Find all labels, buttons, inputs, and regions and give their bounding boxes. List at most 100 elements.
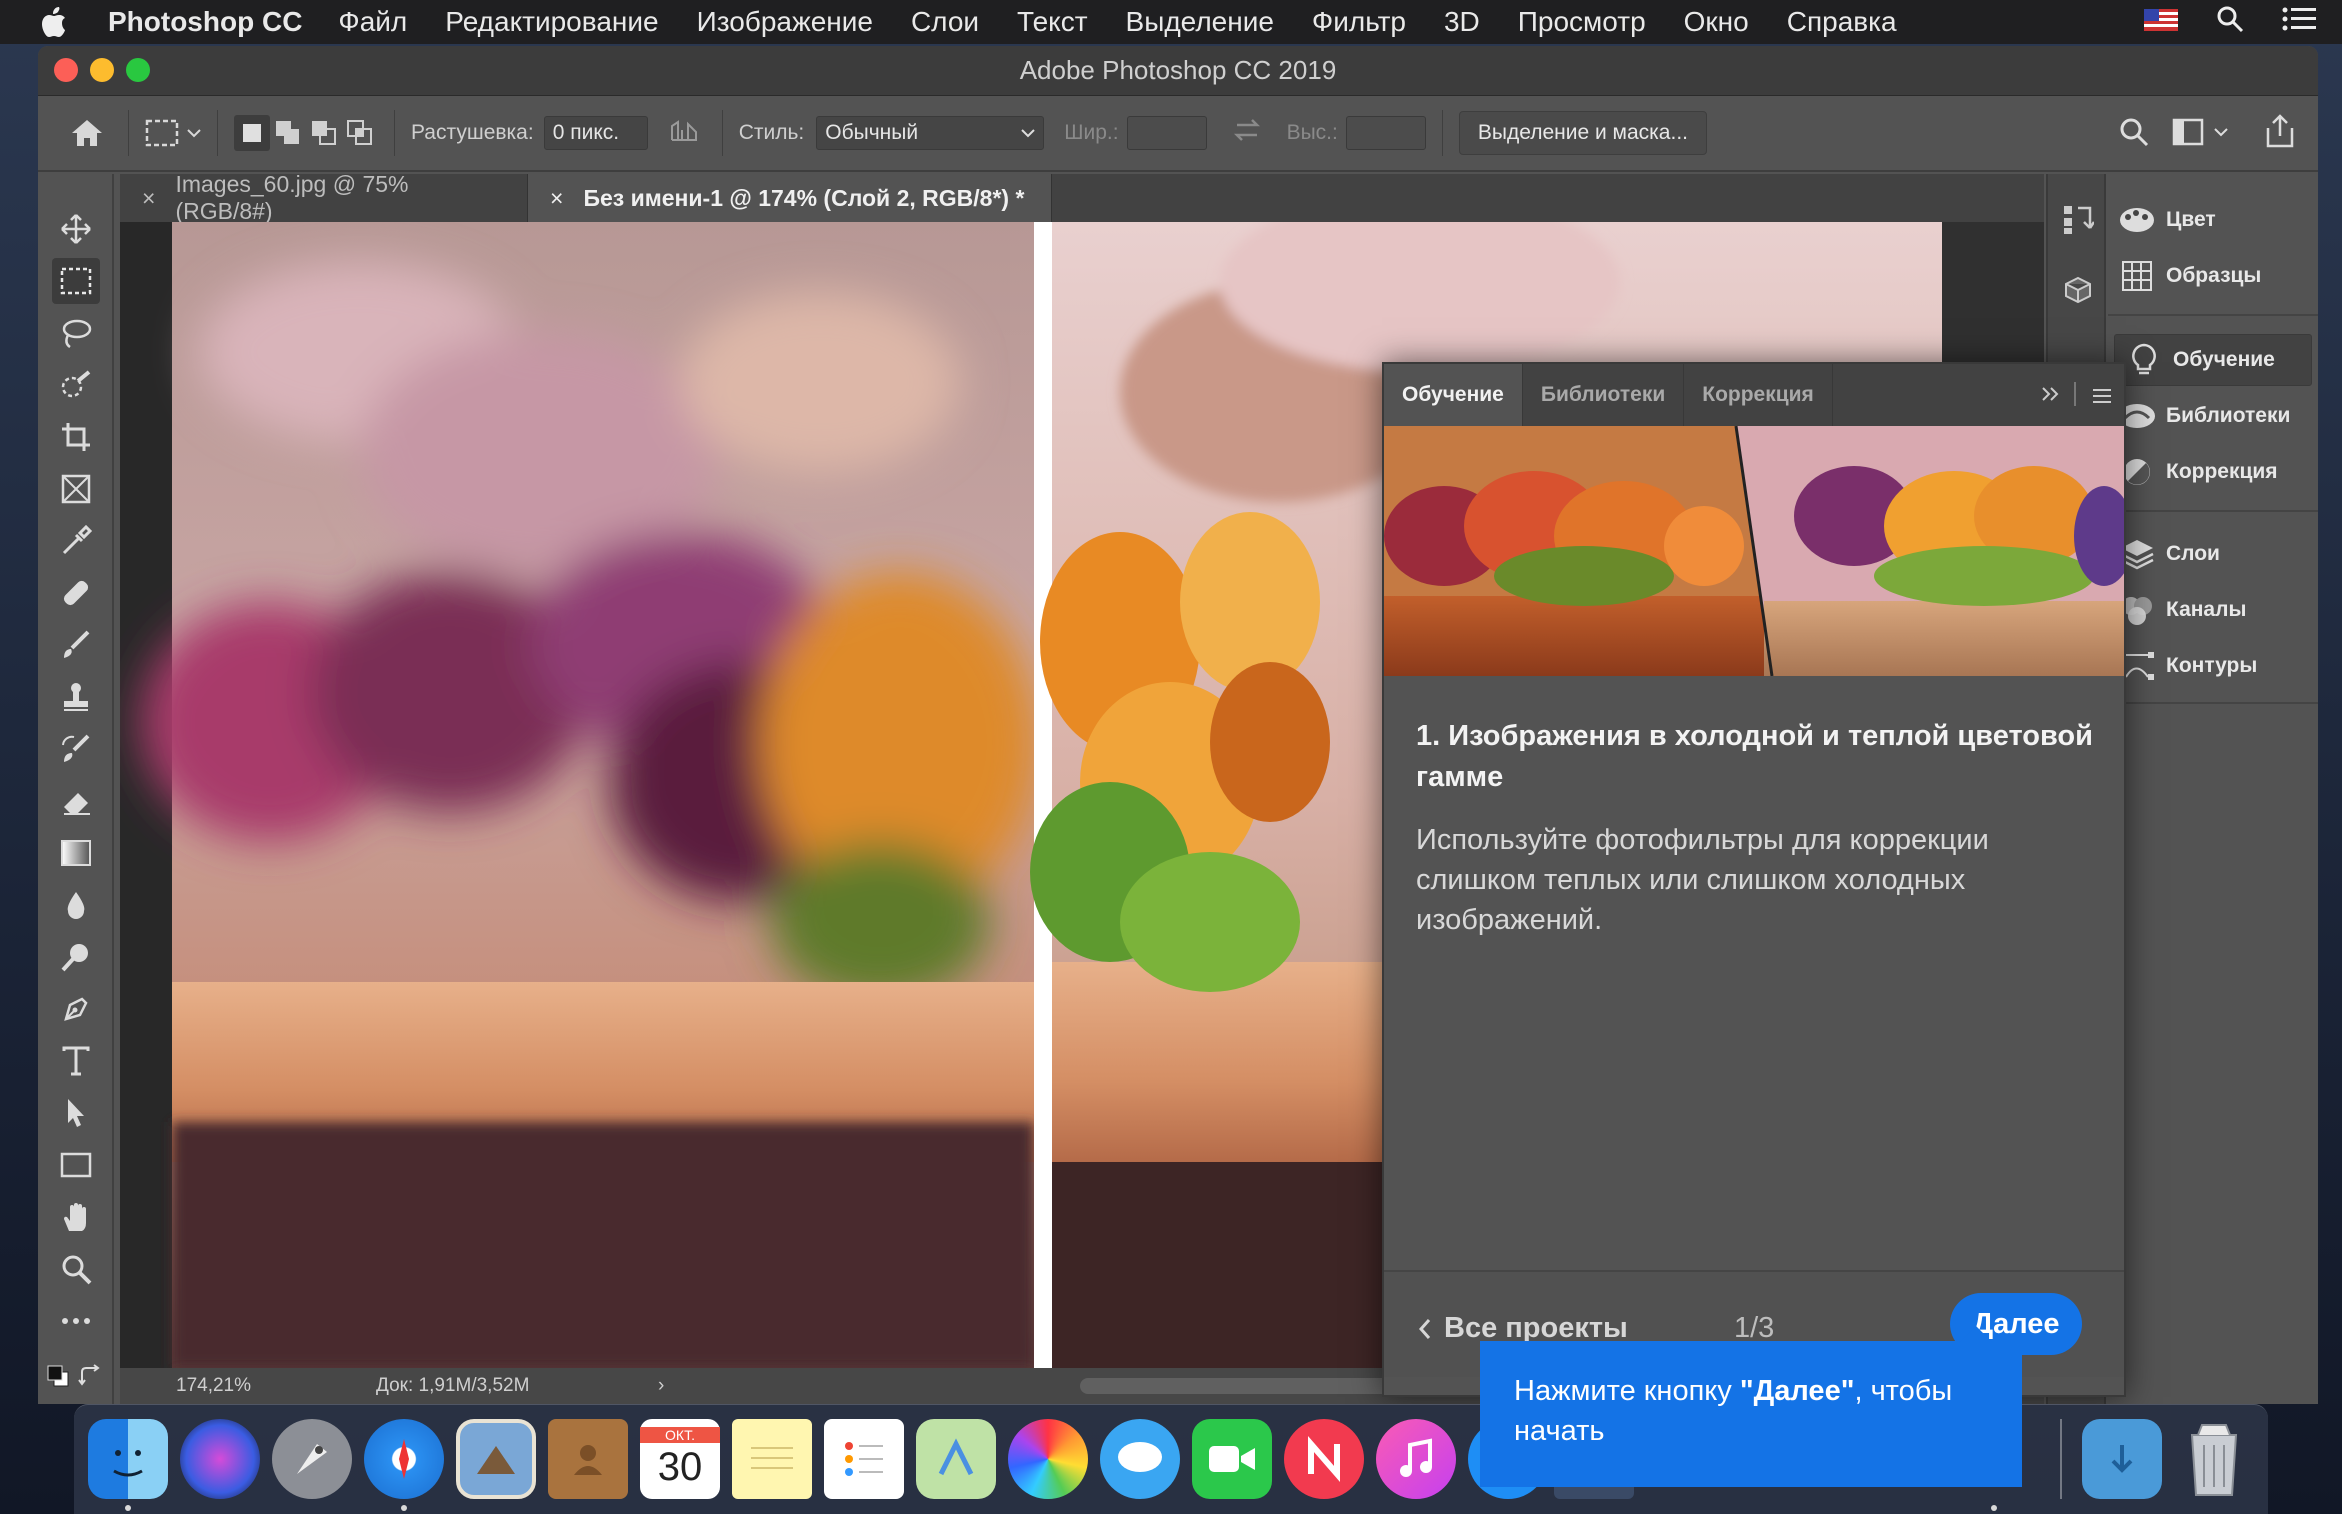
pen-tool-icon[interactable]: [52, 986, 100, 1032]
finder-icon[interactable]: [88, 1419, 168, 1499]
menu-window[interactable]: Окно: [1684, 6, 1749, 38]
facetime-icon[interactable]: [1192, 1419, 1272, 1499]
frame-tool-icon[interactable]: [52, 466, 100, 512]
panel-adjustments[interactable]: Коррекция: [2108, 446, 2318, 498]
tab-adjustments[interactable]: Коррекция: [1684, 364, 1833, 426]
more-tools-icon[interactable]: [52, 1298, 100, 1344]
tab-close-icon[interactable]: ×: [550, 185, 563, 212]
swap-colors-icon[interactable]: [78, 1364, 102, 1393]
launchpad-icon[interactable]: [272, 1419, 352, 1499]
new-selection-icon[interactable]: [234, 115, 270, 151]
rectangular-marquee-tool-icon[interactable]: [52, 258, 100, 304]
menu-text[interactable]: Текст: [1017, 6, 1088, 38]
menu-filter[interactable]: Фильтр: [1312, 6, 1406, 38]
panel-color[interactable]: Цвет: [2108, 194, 2318, 246]
calendar-icon[interactable]: ОКТ. 30: [640, 1419, 720, 1499]
safari-icon[interactable]: [364, 1419, 444, 1499]
downloads-folder-icon[interactable]: [2082, 1419, 2162, 1499]
photos-icon[interactable]: [1008, 1419, 1088, 1499]
search-icon[interactable]: [2118, 116, 2150, 154]
chevron-left-icon: [1418, 1318, 1431, 1339]
blur-tool-icon[interactable]: [52, 882, 100, 928]
menu-image[interactable]: Изображение: [697, 6, 873, 38]
us-flag-icon[interactable]: [2144, 6, 2178, 38]
panel-swatches[interactable]: Образцы: [2108, 250, 2318, 302]
spotlight-search-icon[interactable]: [2216, 5, 2244, 40]
style-select[interactable]: Обычный: [816, 116, 1045, 150]
menu-layers[interactable]: Слои: [911, 6, 979, 38]
reminders-icon[interactable]: [824, 1419, 904, 1499]
eyedropper-tool-icon[interactable]: [52, 518, 100, 564]
mail-icon[interactable]: [456, 1419, 536, 1499]
color-icon: [2108, 205, 2166, 235]
swap-icon[interactable]: [1233, 118, 1261, 148]
apple-icon[interactable]: [26, 0, 82, 44]
crop-tool-icon[interactable]: [52, 414, 100, 460]
panel-menu-icon[interactable]: [2092, 386, 2112, 410]
status-arrow-icon[interactable]: ›: [658, 1375, 664, 1397]
tab-learn[interactable]: Обучение: [1384, 364, 1523, 426]
tab-libraries[interactable]: Библиотеки: [1523, 364, 1685, 426]
menu-view[interactable]: Просмотр: [1518, 6, 1646, 38]
panel-learn[interactable]: Обучение: [2114, 334, 2312, 386]
feather-input[interactable]: 0 пикс.: [543, 116, 648, 150]
zoom-window-button[interactable]: [126, 58, 150, 82]
maps-icon[interactable]: [916, 1419, 996, 1499]
quick-selection-tool-icon[interactable]: [52, 362, 100, 408]
home-icon[interactable]: [62, 118, 112, 148]
clone-stamp-tool-icon[interactable]: [52, 674, 100, 720]
3d-panel-icon[interactable]: [2062, 274, 2094, 309]
path-selection-tool-icon[interactable]: [52, 1090, 100, 1136]
panel-layers[interactable]: Слои: [2108, 528, 2318, 580]
zoom-tool-icon[interactable]: [52, 1246, 100, 1292]
menu-file[interactable]: Файл: [338, 6, 407, 38]
music-icon[interactable]: [1376, 1419, 1456, 1499]
panel-libraries[interactable]: Библиотеки: [2108, 390, 2318, 442]
close-window-button[interactable]: [54, 58, 78, 82]
messages-icon[interactable]: [1100, 1419, 1180, 1499]
document-tab-active[interactable]: × Без имени-1 @ 174% (Слой 2, RGB/8*) *: [528, 174, 1052, 222]
history-brush-tool-icon[interactable]: [52, 726, 100, 772]
hand-tool-icon[interactable]: [52, 1194, 100, 1240]
panel-channels[interactable]: Каналы: [2108, 584, 2318, 636]
news-icon[interactable]: [1284, 1419, 1364, 1499]
eraser-tool-icon[interactable]: [52, 778, 100, 824]
subtract-from-selection-icon[interactable]: [306, 115, 342, 151]
contacts-icon[interactable]: [548, 1419, 628, 1499]
intersect-selection-icon[interactable]: [342, 115, 378, 151]
tab-close-icon[interactable]: ×: [142, 185, 155, 212]
gradient-tool-icon[interactable]: [52, 830, 100, 876]
add-to-selection-icon[interactable]: [270, 115, 306, 151]
learn-panel-tabs: Обучение Библиотеки Коррекция: [1384, 364, 2124, 426]
select-and-mask-button[interactable]: Выделение и маска...: [1458, 111, 1707, 155]
zoom-level[interactable]: 174,21%: [176, 1375, 296, 1397]
history-panel-icon[interactable]: [2062, 202, 2096, 241]
height-input[interactable]: [1345, 116, 1426, 150]
menu-select[interactable]: Выделение: [1126, 6, 1274, 38]
brush-tool-icon[interactable]: [52, 622, 100, 668]
move-tool-icon[interactable]: [52, 206, 100, 252]
collapse-panel-icon[interactable]: [2040, 384, 2060, 410]
share-icon[interactable]: [2264, 114, 2296, 154]
type-tool-icon[interactable]: [52, 1038, 100, 1084]
menu-edit[interactable]: Редактирование: [445, 6, 658, 38]
trash-icon[interactable]: [2174, 1419, 2254, 1499]
app-menu[interactable]: Photoshop CC: [108, 6, 302, 38]
rectangle-tool-icon[interactable]: [52, 1142, 100, 1188]
siri-icon[interactable]: [180, 1419, 260, 1499]
dodge-tool-icon[interactable]: [52, 934, 100, 980]
lasso-tool-icon[interactable]: [52, 310, 100, 356]
marquee-preset-icon[interactable]: [145, 118, 201, 148]
healing-brush-tool-icon[interactable]: [52, 570, 100, 616]
width-input[interactable]: [1126, 116, 1207, 150]
workspace-icon[interactable]: [2172, 118, 2228, 146]
menu-help[interactable]: Справка: [1787, 6, 1897, 38]
notification-center-icon[interactable]: [2282, 6, 2316, 39]
menu-3d[interactable]: 3D: [1444, 6, 1480, 38]
anti-alias-icon[interactable]: [670, 118, 706, 148]
panel-paths[interactable]: Контуры: [2108, 640, 2318, 692]
minimize-window-button[interactable]: [90, 58, 114, 82]
notes-icon[interactable]: [732, 1419, 812, 1499]
document-tab[interactable]: × Images_60.jpg @ 75% (RGB/8#): [120, 171, 528, 224]
default-colors-icon[interactable]: [46, 1364, 70, 1393]
